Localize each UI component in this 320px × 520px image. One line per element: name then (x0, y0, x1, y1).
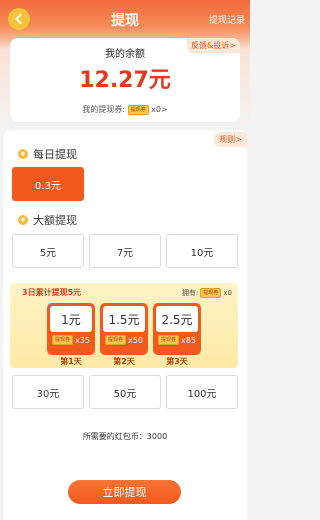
ticket-icon: 提现券 (105, 335, 127, 345)
day-card-2[interactable]: 1.5元 提现券 x50 (100, 303, 148, 355)
daily-title: 每日提现 (33, 148, 77, 161)
day-ticket-count: 提现券 x35 (50, 335, 92, 345)
day-count: x35 (75, 335, 90, 345)
withdraw-now-button[interactable]: 立即提现 (68, 480, 181, 504)
ticket-icon: 提现券 (127, 104, 149, 115)
voucher-count: x0> (151, 105, 168, 114)
owned-label: 拥有: (182, 289, 199, 297)
withdraw-records-link[interactable]: 提现记录 (209, 13, 245, 26)
day-count: x50 (128, 335, 143, 345)
balance-card: 反馈&投诉> 我的余额 12.27元 我的提现券: 提现券 x0> (10, 38, 240, 122)
coin-icon: ¥ (18, 215, 28, 225)
large-option-100[interactable]: 100元 (166, 375, 238, 409)
cumulative-title: 3日累计提现5元 (22, 288, 82, 297)
day-amount: 1元 (50, 306, 92, 332)
large-section-title: ¥ 大额提现 (18, 212, 77, 228)
large-option-30[interactable]: 30元 (12, 375, 84, 409)
day-amount: 2.5元 (156, 306, 198, 332)
day-ticket-count: 提现券 x85 (156, 335, 198, 345)
large-title: 大额提现 (33, 214, 77, 227)
voucher-link[interactable]: 我的提现券: 提现券 x0> (10, 104, 240, 115)
day-card-1[interactable]: 1元 提现券 x35 (47, 303, 95, 355)
ticket-icon: 提现券 (158, 335, 180, 345)
large-option-10[interactable]: 10元 (166, 234, 238, 268)
day-label-2: 第2天 (113, 357, 135, 366)
ticket-icon: 提现券 (200, 288, 222, 298)
day-card-3[interactable]: 2.5元 提现券 x85 (153, 303, 201, 355)
large-option-7[interactable]: 7元 (89, 234, 161, 268)
day-label-3: 第3天 (166, 357, 188, 366)
large-option-50[interactable]: 50元 (89, 375, 161, 409)
day-amount: 1.5元 (103, 306, 145, 332)
day-ticket-count: 提现券 x50 (103, 335, 145, 345)
cumulative-withdraw-box: 3日累计提现5元 拥有: 提现券 x0 1元 提现券 x35 第1天 1.5元 … (10, 283, 238, 368)
balance-value: 12.27元 (79, 68, 171, 93)
balance-label: 我的余额 (105, 49, 145, 60)
day-count: x85 (181, 335, 196, 345)
owned-count: x0 (223, 289, 232, 297)
voucher-label: 我的提现券: (82, 105, 126, 114)
daily-option-0.3[interactable]: 0.3元 (12, 167, 84, 201)
daily-section-title: ¥ 每日提现 (18, 146, 77, 162)
day-label-1: 第1天 (60, 357, 82, 366)
required-coins-text: 所需要的红包币：3000 (82, 432, 168, 441)
rules-button[interactable]: 规则> (214, 132, 247, 147)
coin-icon: ¥ (18, 149, 28, 159)
ticket-icon: 提现券 (52, 335, 74, 345)
large-option-5[interactable]: 5元 (12, 234, 84, 268)
owned-tickets: 拥有: 提现券 x0 (182, 288, 232, 298)
